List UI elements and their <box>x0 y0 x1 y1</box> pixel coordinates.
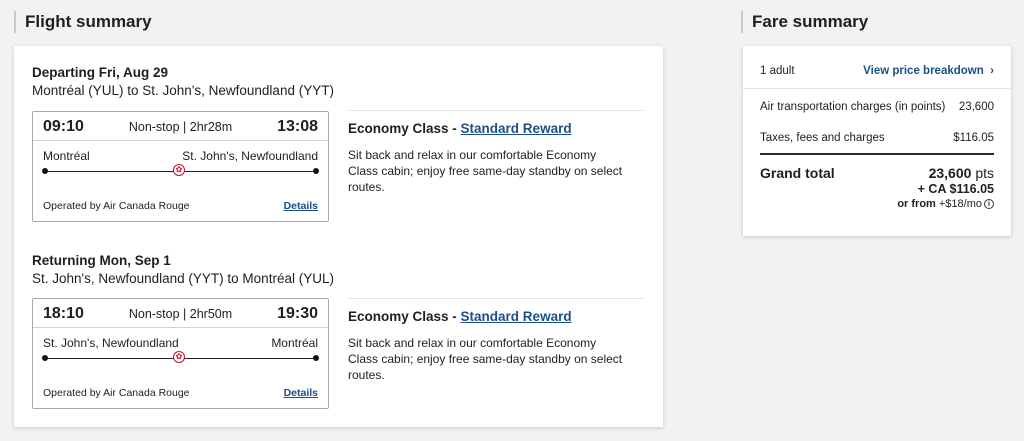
segment-box: 18:10 Non-stop | 2hr50m 19:30 St. John's… <box>32 298 329 409</box>
cabin-title: Economy Class - Standard Reward <box>348 309 644 324</box>
segment-divider <box>33 140 328 141</box>
bound-title: Returning Mon, Sep 1 <box>32 253 171 268</box>
destination-dot <box>313 168 319 174</box>
destination-city: Montréal <box>271 336 318 350</box>
flight-summary-heading: Flight summary <box>14 11 152 33</box>
taxes-row: Taxes, fees and charges $116.05 <box>760 132 994 144</box>
monthly-amount: +$18/mo <box>938 198 982 210</box>
cabin-info: Economy Class - Standard Reward Sit back… <box>348 110 644 195</box>
fare-divider <box>743 88 1011 89</box>
cabin-divider <box>348 298 644 299</box>
arrival-time: 13:08 <box>277 118 318 135</box>
cabin-description: Sit back and relax in our comfortable Ec… <box>348 336 623 382</box>
cabin-title: Economy Class - Standard Reward <box>348 121 644 136</box>
points-value: 23,600 <box>928 165 972 181</box>
air-charges-label: Air transportation charges (in points) <box>760 101 946 113</box>
air-charges-row: Air transportation charges (in points) 2… <box>760 101 994 113</box>
cabin-class: Economy Class - <box>348 309 461 324</box>
fare-summary-heading: Fare summary <box>741 11 868 33</box>
maple-leaf-icon: ✿ <box>173 351 185 363</box>
destination-city: St. John's, Newfoundland <box>182 149 318 163</box>
origin-city: Montréal <box>43 149 90 163</box>
taxes-label: Taxes, fees and charges <box>760 132 885 144</box>
return-bound: Returning Mon, Sep 1 St. John's, Newfoun… <box>32 252 644 287</box>
view-price-breakdown-link[interactable]: View price breakdown › <box>863 65 994 77</box>
details-link[interactable]: Details <box>284 387 318 399</box>
origin-dot <box>42 168 48 174</box>
monthly-payment: or from +$18/mo i <box>897 197 994 212</box>
grand-total-points: 23,600 pts <box>897 165 994 181</box>
operated-by: Operated by Air Canada Rouge <box>43 200 190 212</box>
cabin-info: Economy Class - Standard Reward Sit back… <box>348 298 644 383</box>
operated-by: Operated by Air Canada Rouge <box>43 387 190 399</box>
passenger-row: 1 adult View price breakdown › <box>760 65 994 77</box>
grand-total-label: Grand total <box>760 165 835 181</box>
fare-summary-card: 1 adult View price breakdown › Air trans… <box>743 46 1011 236</box>
passenger-count: 1 adult <box>760 65 795 77</box>
info-icon[interactable]: i <box>984 199 994 209</box>
cabin-description: Sit back and relax in our comfortable Ec… <box>348 148 623 194</box>
bound-route: Montréal (YUL) to St. John's, Newfoundla… <box>32 83 334 98</box>
cabin-divider <box>348 110 644 111</box>
segment-divider <box>33 327 328 328</box>
maple-leaf-icon: ✿ <box>173 164 185 176</box>
origin-dot <box>42 355 48 361</box>
segment-box: 09:10 Non-stop | 2hr28m 13:08 Montréal S… <box>32 111 329 222</box>
fare-type-link[interactable]: Standard Reward <box>461 121 572 136</box>
flight-summary-card: Departing Fri, Aug 29 Montréal (YUL) to … <box>14 46 663 427</box>
air-charges-value: 23,600 <box>958 101 994 113</box>
details-link[interactable]: Details <box>284 200 318 212</box>
fare-type-link[interactable]: Standard Reward <box>461 309 572 324</box>
bound-route: St. John's, Newfoundland (YYT) to Montré… <box>32 271 334 286</box>
points-unit: pts <box>975 165 994 181</box>
taxes-value: $116.05 <box>953 132 994 144</box>
bound-title: Departing Fri, Aug 29 <box>32 65 169 80</box>
grand-total-values: 23,600 pts + CA $116.05 or from +$18/mo i <box>897 165 994 212</box>
total-divider <box>760 153 994 155</box>
arrival-time: 19:30 <box>277 305 318 322</box>
origin-city: St. John's, Newfoundland <box>43 336 179 350</box>
monthly-prefix: or from <box>897 198 939 210</box>
breakdown-label: View price breakdown <box>863 65 984 77</box>
grand-total-cash: + CA $116.05 <box>917 182 994 196</box>
chevron-right-icon: › <box>990 65 994 77</box>
cabin-class: Economy Class - <box>348 121 461 136</box>
outbound-bound: Departing Fri, Aug 29 Montréal (YUL) to … <box>32 64 644 99</box>
destination-dot <box>313 355 319 361</box>
